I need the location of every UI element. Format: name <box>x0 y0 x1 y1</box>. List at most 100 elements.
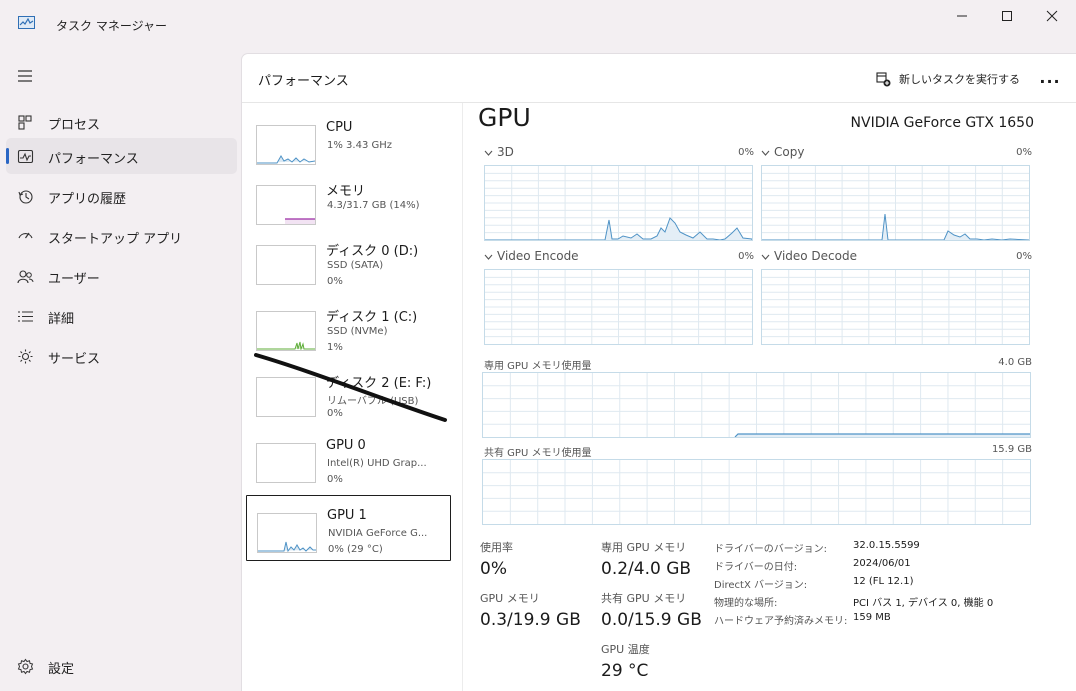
nav-item-startup-apps[interactable]: スタートアップ アプリ <box>6 218 237 254</box>
maximize-icon <box>1002 11 1012 21</box>
shared-memory-graph <box>482 459 1031 525</box>
more-options-button[interactable]: ... <box>1038 68 1062 88</box>
nav-label: パフォーマンス <box>48 152 139 167</box>
gpu-mini-graph <box>258 541 316 553</box>
device-thumbnail <box>256 185 316 225</box>
engine-graph-copy <box>761 165 1030 241</box>
nav-item-processes[interactable]: プロセス <box>6 104 237 140</box>
physical-location-key: 物理的な場所: <box>714 598 778 609</box>
engine-name: Video Encode <box>497 249 579 263</box>
driver-version-value: 32.0.15.5599 <box>853 540 920 551</box>
disk-mini-graph <box>257 341 315 351</box>
device-detail: 4.3/31.7 GB (14%) <box>327 200 420 211</box>
cpu-mini-graph <box>257 155 316 164</box>
nav-item-details[interactable]: 詳細 <box>6 298 237 334</box>
minimize-icon <box>957 15 967 17</box>
details-icon <box>18 311 33 322</box>
app-title: タスク マネージャー <box>56 19 167 33</box>
nav-item-performance[interactable]: パフォーマンス <box>6 138 237 174</box>
shared-gpu-memory-value: 0.0/15.9 GB <box>601 610 702 630</box>
selection-indicator <box>6 148 9 164</box>
run-new-task-button[interactable]: 新しいタスクを実行する <box>876 69 1020 89</box>
nav-label: 設定 <box>48 662 75 677</box>
device-name: メモリ <box>326 184 366 199</box>
engine-percent: 0% <box>1016 147 1032 158</box>
history-icon <box>18 190 33 204</box>
directx-version-value: 12 (FL 12.1) <box>853 576 914 587</box>
run-task-icon <box>876 71 891 86</box>
nav-label: アプリの履歴 <box>48 192 127 207</box>
navigation-pane: プロセス パフォーマンス アプリの履歴 スタートアップ アプリ ユーザー 詳細 … <box>0 48 242 691</box>
shared-memory-svg <box>483 460 1030 524</box>
strikethrough-mark <box>254 353 447 422</box>
device-item-disk-0[interactable]: ディスク 0 (D:) SSD (SATA) 0% <box>246 228 451 294</box>
nav-item-users[interactable]: ユーザー <box>6 258 237 294</box>
run-task-label: 新しいタスクを実行する <box>899 73 1020 86</box>
device-item-gpu-1[interactable]: GPU 1 NVIDIA GeForce G... 0% (29 °C) <box>246 495 451 561</box>
dedicated-gpu-memory-label: 専用 GPU メモリ <box>601 541 687 554</box>
utilization-label: 使用率 <box>480 541 513 554</box>
device-usage: 0% <box>327 474 343 485</box>
device-thumbnail <box>257 513 317 553</box>
gpu-memory-label: GPU メモリ <box>480 592 540 605</box>
graph-decode-svg <box>762 270 1029 344</box>
engine-label-copy[interactable]: Copy <box>761 145 804 159</box>
device-name: ディスク 1 (C:) <box>326 310 418 325</box>
device-item-memory[interactable]: メモリ 4.3/31.7 GB (14%) <box>246 168 451 234</box>
dedicated-memory-capacity: 4.0 GB <box>998 357 1032 368</box>
nav-label: サービス <box>48 352 101 367</box>
device-item-disk-1[interactable]: ディスク 1 (C:) SSD (NVMe) 1% <box>246 294 451 360</box>
engine-label-video-decode[interactable]: Video Decode <box>761 249 857 263</box>
title-bar: タスク マネージャー <box>0 0 1076 48</box>
reserved-memory-key: ハードウェア予約済みメモリ: <box>714 616 848 627</box>
device-detail: Intel(R) UHD Grap... <box>327 458 427 469</box>
dedicated-memory-graph <box>482 372 1031 438</box>
task-manager-icon <box>18 16 35 29</box>
dedicated-gpu-memory-value: 0.2/4.0 GB <box>601 559 692 579</box>
gpu-model-name: NVIDIA GeForce GTX 1650 <box>850 115 1034 131</box>
engine-label-3d[interactable]: 3D <box>484 145 514 159</box>
graph-3d-svg <box>485 166 752 240</box>
device-thumbnail <box>256 443 316 483</box>
engine-percent: 0% <box>1016 251 1032 262</box>
device-name: ディスク 0 (D:) <box>326 244 419 259</box>
device-item-cpu[interactable]: CPU 1% 3.43 GHz <box>246 108 451 174</box>
graph-copy-svg <box>762 166 1029 240</box>
device-thumbnail <box>256 245 316 285</box>
device-item-gpu-0[interactable]: GPU 0 Intel(R) UHD Grap... 0% <box>246 426 451 492</box>
engine-graph-video-decode <box>761 269 1030 345</box>
shared-memory-label: 共有 GPU メモリ使用量 <box>484 448 592 459</box>
gpu-temperature-value: 29 °C <box>601 661 649 681</box>
directx-version-key: DirectX バージョン: <box>714 580 808 591</box>
close-button[interactable] <box>1038 5 1066 27</box>
engine-graph-video-encode <box>484 269 753 345</box>
utilization-value: 0% <box>480 559 507 579</box>
nav-item-settings[interactable]: 設定 <box>6 648 237 684</box>
hamburger-menu-icon[interactable] <box>16 68 34 84</box>
graph-encode-svg <box>485 270 752 344</box>
gpu-temperature-label: GPU 温度 <box>601 643 650 656</box>
dedicated-memory-svg <box>483 373 1030 437</box>
engine-name: 3D <box>497 145 514 159</box>
engine-label-video-encode[interactable]: Video Encode <box>484 249 579 263</box>
chevron-down-icon <box>484 254 493 260</box>
device-usage: 0% <box>327 276 343 287</box>
maximize-button[interactable] <box>993 5 1021 27</box>
device-detail: SSD (NVMe) <box>327 326 388 337</box>
nav-item-app-history[interactable]: アプリの履歴 <box>6 178 237 214</box>
shared-memory-capacity: 15.9 GB <box>991 444 1032 455</box>
nav-label: プロセス <box>48 118 101 133</box>
device-usage: 0% (29 °C) <box>328 544 383 555</box>
minimize-button[interactable] <box>948 5 976 27</box>
device-name: GPU 1 <box>327 508 367 523</box>
reserved-memory-value: 159 MB <box>853 612 891 623</box>
settings-icon <box>17 658 34 675</box>
gpu-memory-value: 0.3/19.9 GB <box>480 610 581 630</box>
memory-mini-graph <box>285 218 315 224</box>
device-detail: SSD (SATA) <box>327 260 384 271</box>
chevron-down-icon <box>761 150 770 156</box>
device-detail: NVIDIA GeForce G... <box>328 528 428 539</box>
nav-item-services[interactable]: サービス <box>6 338 237 374</box>
engine-percent: 0% <box>738 251 754 262</box>
page-title: パフォーマンス <box>258 74 349 89</box>
